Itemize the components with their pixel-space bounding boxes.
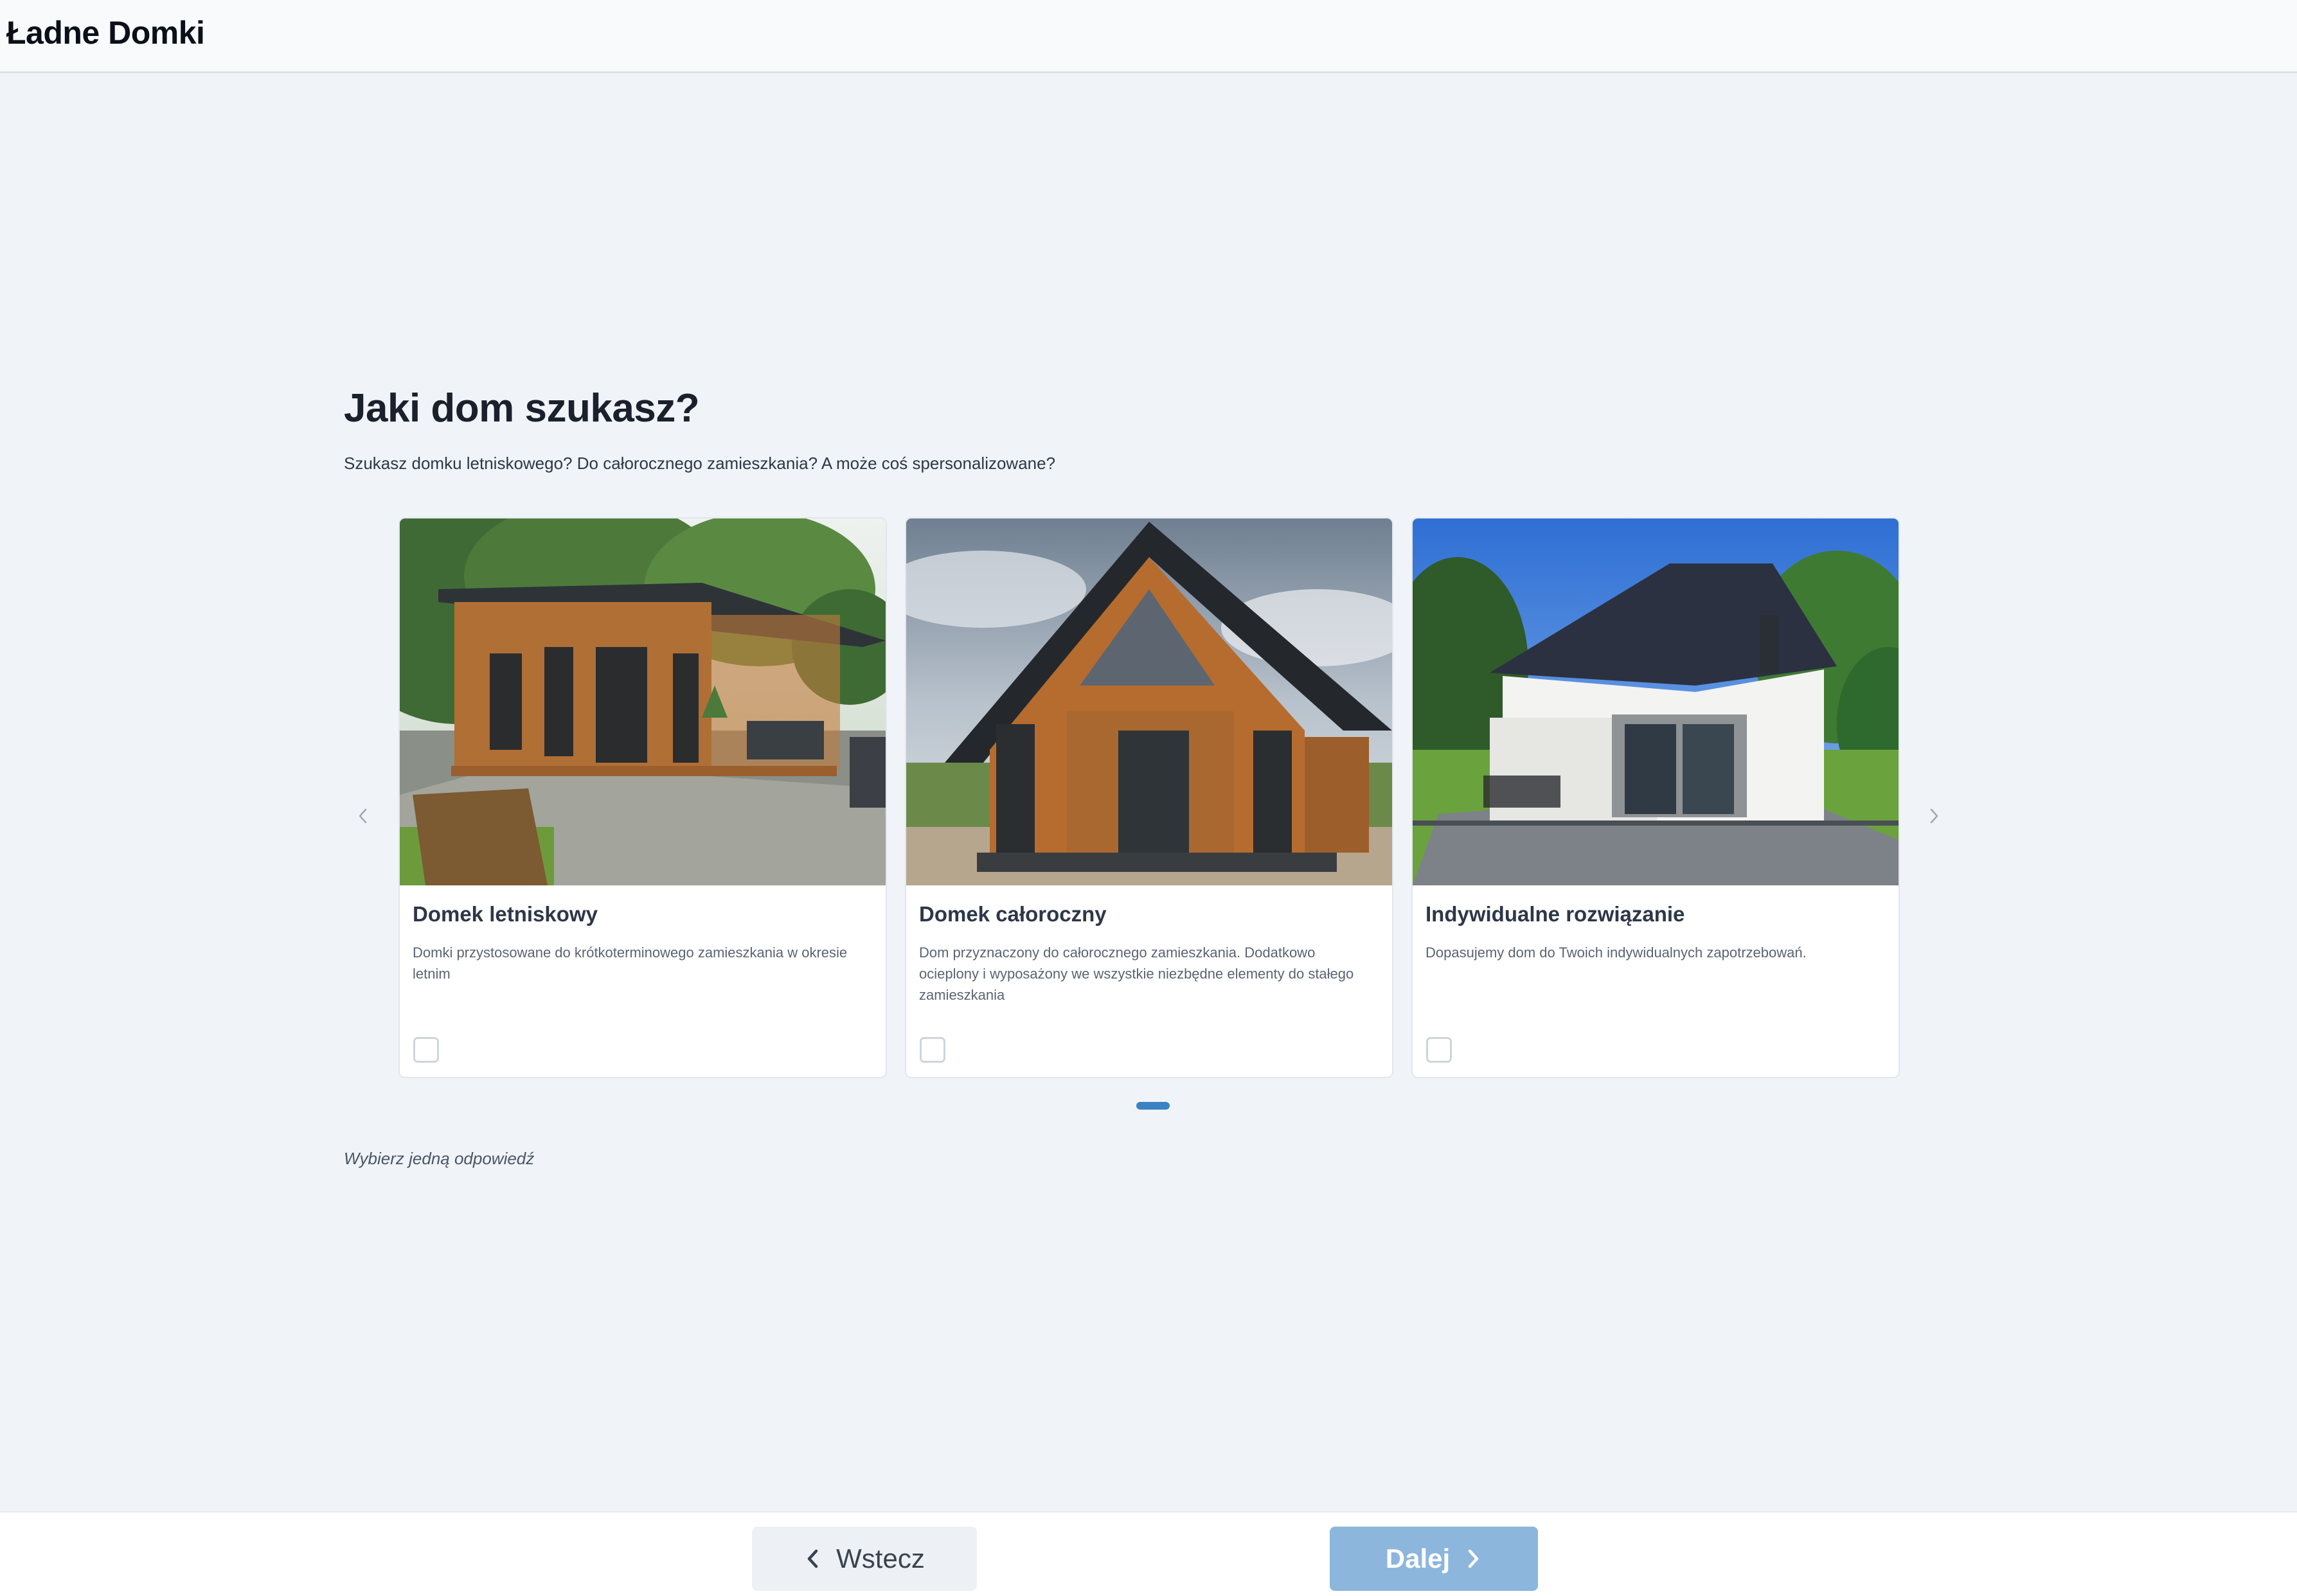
- selection-hint: Wybierz jedną odpowiedź: [344, 1149, 535, 1168]
- top-header: Ładne Domki: [0, 0, 2297, 73]
- custom-house-image: [1413, 519, 1899, 885]
- back-button[interactable]: Wstecz: [752, 1527, 977, 1591]
- card-title: Domek letniskowy: [413, 902, 598, 926]
- carousel-prev-button[interactable]: [344, 797, 382, 835]
- footer-navigation: Wstecz Dalej: [0, 1511, 2297, 1596]
- option-card-summer-house[interactable]: Domek letniskowy Domki przystosowane do …: [398, 517, 887, 1078]
- card-description: Dopasujemy dom do Twoich indywidualnych …: [1426, 944, 1807, 961]
- question-title: Jaki dom szukasz?: [344, 386, 700, 430]
- summer-house-image: [400, 519, 886, 885]
- option-card-all-year-house[interactable]: Domek całoroczny Dom przyznaczony do cał…: [905, 517, 1393, 1078]
- chevron-left-icon: [359, 808, 367, 824]
- option-checkbox[interactable]: [1426, 1037, 1452, 1063]
- option-card-custom-solution[interactable]: Indywidualne rozwiązanie Dopasujemy dom …: [1411, 517, 1900, 1078]
- option-checkbox[interactable]: [920, 1037, 945, 1063]
- card-title: Indywidualne rozwiązanie: [1426, 902, 1685, 926]
- card-title: Domek całoroczny: [919, 902, 1107, 926]
- card-description: Domki przystosowane do krótkoterminowego…: [413, 944, 848, 982]
- question-subtitle: Szukasz domku letniskowego? Do całoroczn…: [344, 454, 1056, 473]
- next-button-label: Dalej: [1385, 1543, 1451, 1574]
- brand-title: Ładne Domki: [6, 15, 205, 51]
- carousel-next-button[interactable]: [1915, 797, 1953, 835]
- next-button[interactable]: Dalej: [1330, 1527, 1538, 1591]
- chevron-left-icon: [807, 1549, 818, 1568]
- card-description: Dom przyznaczony do całorocznego zamiesz…: [919, 944, 1354, 1003]
- back-button-label: Wstecz: [836, 1543, 925, 1574]
- option-checkbox[interactable]: [413, 1037, 439, 1063]
- carousel-page-indicator[interactable]: [1136, 1102, 1170, 1110]
- chevron-right-icon: [1930, 808, 1938, 824]
- all-year-house-image: [906, 519, 1392, 885]
- chevron-right-icon: [1468, 1549, 1479, 1568]
- house-type-carousel: Domek letniskowy Domki przystosowane do …: [344, 514, 1953, 1110]
